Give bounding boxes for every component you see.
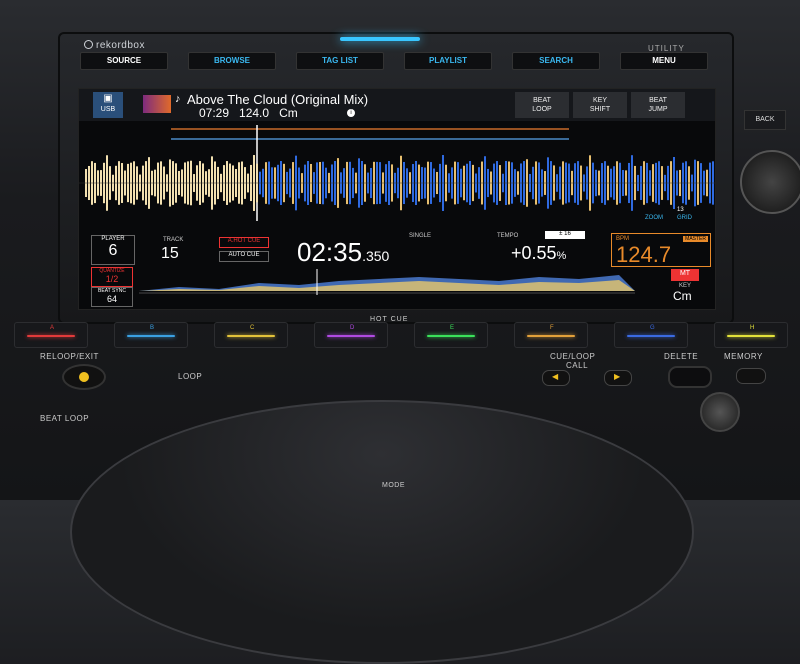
album-art <box>143 95 171 113</box>
loop-label: LOOP <box>178 372 203 381</box>
overview-waveform[interactable] <box>139 261 635 301</box>
music-note-icon: ♪ <box>175 93 181 105</box>
main-screen: ▣ USB ♪ Above The Cloud (Original Mix) 0… <box>78 88 716 310</box>
back-button[interactable]: BACK <box>744 110 786 130</box>
rotary-selector[interactable] <box>740 150 800 214</box>
beat-loop-l2: LOOP <box>532 106 552 113</box>
brand-logo: rekordbox <box>84 40 145 51</box>
waveform-display[interactable] <box>79 125 715 225</box>
mode-label: MODE <box>382 482 405 489</box>
usb-icon: ▣ <box>103 93 113 104</box>
player-number: 6 <box>108 242 118 259</box>
call-prev-button[interactable]: ◀ <box>542 370 570 386</box>
beat-loop-label: BEAT LOOP <box>40 414 90 423</box>
reloop-led-icon <box>79 372 89 382</box>
search-button[interactable]: SEARCH <box>512 52 600 70</box>
delete-button[interactable] <box>668 366 712 388</box>
top-led <box>340 37 420 41</box>
info-panel: PLAYER 6 TRACK 15 QUANTIZE 1/2 BEAT SYNC… <box>79 231 715 309</box>
beat-jump-l1: BEAT <box>649 97 667 104</box>
pad-letter-b: B <box>150 325 155 331</box>
track-title: Above The Cloud (Original Mix) <box>187 92 369 107</box>
call-prev-icon: ◀ <box>552 372 559 381</box>
jog-adjust-knob[interactable] <box>700 392 740 432</box>
beat-count: 13 <box>677 207 684 213</box>
info-icon[interactable]: i <box>347 109 355 117</box>
track-label: TRACK <box>163 237 184 243</box>
playlist-button[interactable]: PLAYLIST <box>404 52 492 70</box>
pad-color-bar <box>727 335 775 337</box>
key-shift-l2: SHIFT <box>589 106 611 113</box>
beat-jump-button[interactable]: BEAT JUMP <box>631 92 685 118</box>
reloop-exit-label: RELOOP/EXIT <box>40 352 99 361</box>
call-label: CALL <box>566 361 589 370</box>
delete-label: DELETE <box>664 352 699 361</box>
track-header: ▣ USB ♪ Above The Cloud (Original Mix) 0… <box>79 89 715 121</box>
reloop-exit-button[interactable] <box>62 364 106 390</box>
player-box: PLAYER 6 <box>91 235 135 265</box>
beat-loop-l1: BEAT <box>533 97 551 104</box>
usb-label: USB <box>100 106 116 113</box>
pad-color-bar <box>427 335 475 337</box>
pad-color-bar <box>327 335 375 337</box>
pad-letter-e: E <box>450 325 455 331</box>
call-next-icon: ▶ <box>614 372 621 381</box>
zoom-label[interactable]: ZOOM <box>645 215 663 221</box>
tempo-range: ± 16 <box>545 231 585 239</box>
memory-label: MEMORY <box>724 352 763 361</box>
pad-letter-d: D <box>350 325 355 331</box>
key-shift-button[interactable]: KEY SHIFT <box>573 92 627 118</box>
pad-letter-g: G <box>650 325 655 331</box>
pad-color-bar <box>27 335 75 337</box>
beat-loop-button[interactable]: BEAT LOOP <box>515 92 569 118</box>
quantize-value: 1/2 <box>105 274 119 284</box>
track-info: 07:29 124.0 Cm <box>199 106 298 120</box>
pad-letter-h: H <box>750 325 755 331</box>
pad-letter-f: F <box>550 325 554 331</box>
cue-loop-label: CUE/LOOP <box>550 352 596 361</box>
jog-platter[interactable] <box>70 400 694 664</box>
usb-source-badge[interactable]: ▣ USB <box>93 92 123 118</box>
quantize-box[interactable]: QUANTIZE 1/2 <box>91 267 133 287</box>
grid-label[interactable]: GRID <box>677 215 692 221</box>
menu-button[interactable]: MENU <box>620 52 708 70</box>
pad-color-bar <box>127 335 175 337</box>
beat-sync-value: 64 <box>106 294 117 304</box>
source-button[interactable]: SOURCE <box>80 52 168 70</box>
key-shift-l1: KEY <box>592 97 607 104</box>
master-badge: MASTER <box>683 236 708 242</box>
pad-color-bar <box>627 335 675 337</box>
beat-sync-box[interactable]: BEAT SYNC 64 <box>91 287 133 307</box>
call-next-button[interactable]: ▶ <box>604 370 632 386</box>
pad-letter-c: C <box>250 325 255 331</box>
mt-badge[interactable]: MT <box>671 269 699 281</box>
play-mode: SINGLE <box>409 233 432 239</box>
tag-list-button[interactable]: TAG LIST <box>296 52 384 70</box>
tempo-label: TEMPO <box>497 233 519 239</box>
beat-jump-l2: JUMP <box>648 106 668 113</box>
pad-color-bar <box>527 335 575 337</box>
pad-letter-a: A <box>50 325 55 331</box>
a-hot-cue-badge: A.HOT CUE <box>219 237 269 248</box>
tempo-number: +0.55 <box>511 243 557 263</box>
browse-button[interactable]: BROWSE <box>188 52 276 70</box>
pad-color-bar <box>227 335 275 337</box>
memory-button[interactable] <box>736 368 766 384</box>
brand-label: rekordbox <box>96 40 145 51</box>
key-value: Cm <box>673 289 692 303</box>
